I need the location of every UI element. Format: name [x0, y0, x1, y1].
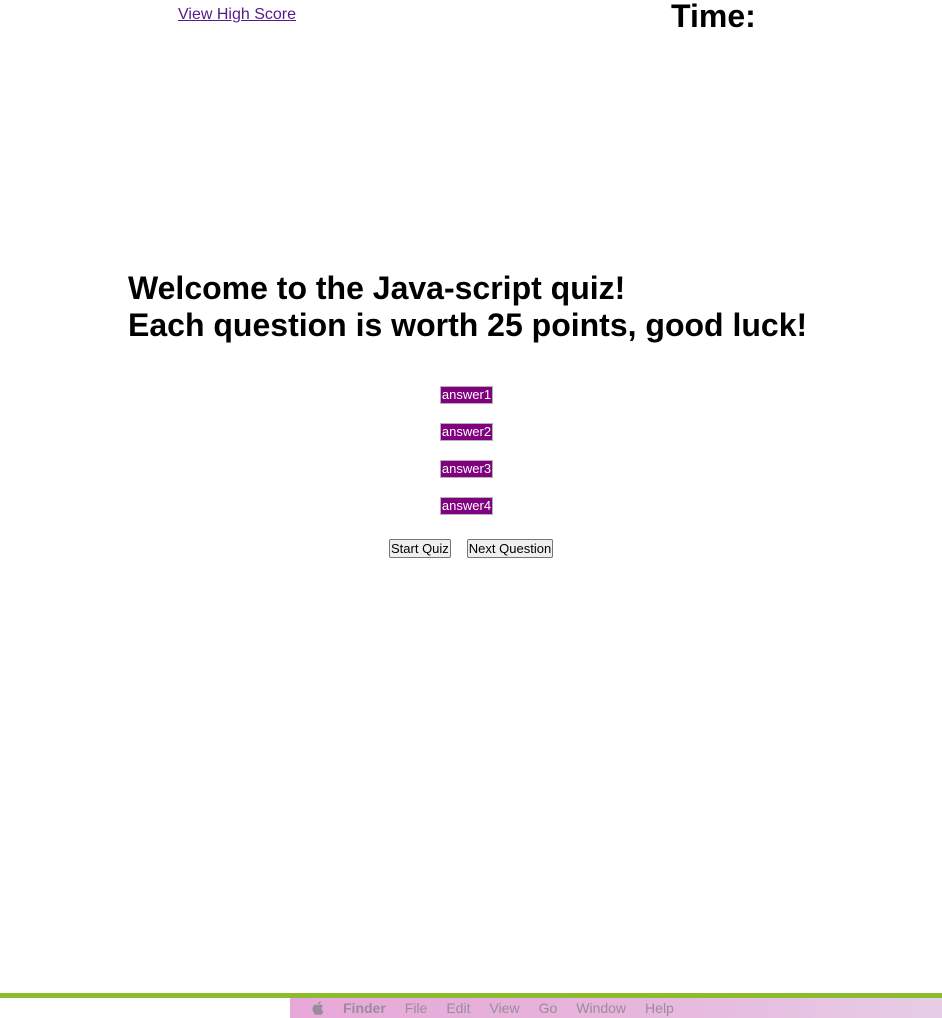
view-high-score-link[interactable]: View High Score	[178, 6, 296, 24]
menu-go[interactable]: Go	[539, 1000, 558, 1016]
next-question-button[interactable]: Next Question	[466, 539, 554, 558]
start-quiz-button[interactable]: Start Quiz	[389, 539, 451, 558]
answer-list: answer1 answer2 answer3 answer4	[0, 386, 933, 515]
welcome-line-1: Welcome to the Java-script quiz!	[128, 270, 626, 306]
answer-4-button[interactable]: answer4	[439, 497, 494, 515]
answer-3-button[interactable]: answer3	[439, 460, 494, 478]
welcome-line-2: Each question is worth 25 points, good l…	[128, 307, 808, 343]
welcome-heading: Welcome to the Java-script quiz! Each qu…	[128, 270, 807, 344]
answer-2-button[interactable]: answer2	[439, 423, 494, 441]
mac-menu-bar: Finder File Edit View Go Window Help	[290, 998, 942, 1018]
menu-view[interactable]: View	[489, 1000, 519, 1016]
quiz-controls: Start Quiz Next Question	[389, 539, 554, 558]
apple-logo-icon[interactable]	[310, 1001, 324, 1015]
menu-help[interactable]: Help	[645, 1000, 674, 1016]
answer-1-button[interactable]: answer1	[439, 386, 494, 404]
menu-finder[interactable]: Finder	[343, 1000, 386, 1016]
quiz-page: View High Score Time: Welcome to the Jav…	[0, 0, 942, 1018]
menu-file[interactable]: File	[405, 1000, 428, 1016]
timer-label: Time:	[671, 0, 756, 34]
menu-edit[interactable]: Edit	[446, 1000, 470, 1016]
menu-window[interactable]: Window	[576, 1000, 626, 1016]
